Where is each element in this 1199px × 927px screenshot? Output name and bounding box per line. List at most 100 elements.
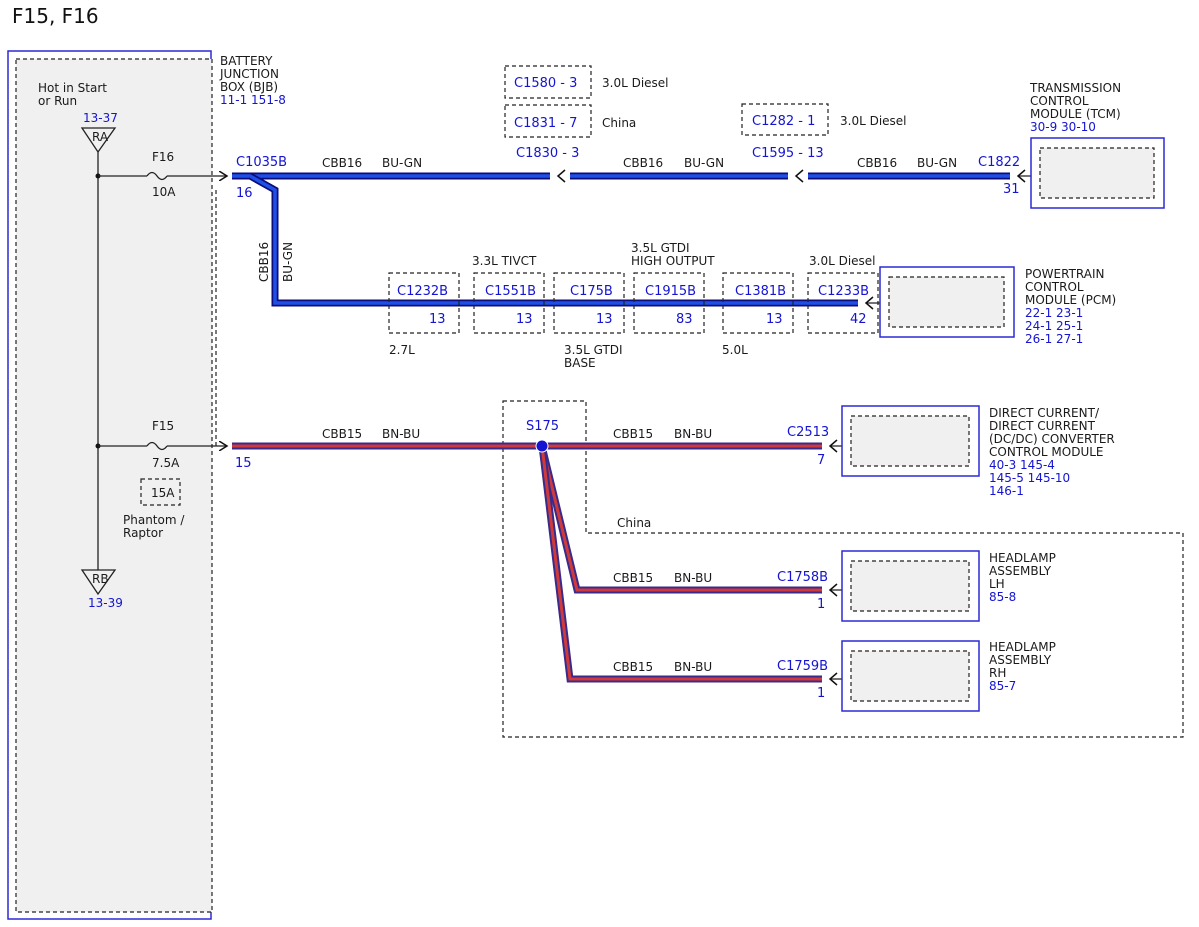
f15-rating: 7.5A [152,456,180,470]
bjb-inner [15,58,213,913]
rh-connector-c1759b: C1759B [777,659,828,674]
dcdc-module-inner [850,415,970,467]
wiring-diagram: F15, F16 Hot in Start or Run 13-37 RA RB… [7,4,1184,920]
lh-connector-c1758b: C1758B [777,570,828,585]
lh-pin-1: 1 [817,597,825,612]
connector-c1580-3: C1580 - 3 [514,76,577,91]
variant-label-gtdi-ho-1: 3.5L GTDI [631,241,690,255]
connector-c175b: C175B [570,284,613,299]
headlamp-lh-name-line1: HEADLAMP [989,551,1056,565]
connector-c1232b: C1232B [397,284,448,299]
pin-c1381b: 13 [766,312,783,327]
tcm-name-line2: CONTROL [1030,94,1089,108]
headlamp-rh-name-line3: RH [989,666,1006,680]
bjb-name-line1: BATTERY [220,54,273,68]
circuit-cbb15-label-1: CBB15 [322,427,362,441]
china-region-label: China [617,516,651,530]
variant-label-3-3l: 3.3L TIVCT [472,254,537,268]
tcm-pin-31: 31 [1003,182,1020,197]
ra-reference: 13-37 [83,111,118,125]
option-note-diesel-1: 3.0L Diesel [602,76,669,90]
splice-s175-label: S175 [526,419,559,434]
pcm-references-1: 22-1 23-1 [1025,306,1083,320]
headlamp-lh-inner [850,560,970,612]
tcm-connector-c1822: C1822 [978,155,1020,170]
phantom-fuse-rating: 15A [151,486,175,500]
dcdc-name-line3: (DC/DC) CONVERTER [989,432,1115,446]
bjb-name-line3: BOX (BJB) [220,80,278,94]
pcm-name-line3: MODULE (PCM) [1025,293,1116,307]
dcdc-name-line4: CONTROL MODULE [989,445,1104,459]
bjb-pin-16: 16 [236,186,253,201]
f16-label: F16 [152,150,174,164]
option-note-diesel-2: 3.0L Diesel [840,114,907,128]
headlamp-rh-inner [850,650,970,702]
page-title: F15, F16 [12,4,99,28]
bjb-references: 11-1 151-8 [220,93,286,107]
pcm-name-line2: CONTROL [1025,280,1084,294]
pin-c1232b: 13 [429,312,446,327]
dcdc-name-line1: DIRECT CURRENT/ [989,406,1100,420]
connector-c1915b: C1915B [645,284,696,299]
dcdc-references-2: 145-5 145-10 [989,471,1070,485]
pcm-references-3: 26-1 27-1 [1025,332,1083,346]
connector-c1595-13: C1595 - 13 [752,146,824,161]
variant-label-3-0l-diesel: 3.0L Diesel [809,254,876,268]
power-label-line1: Hot in Start [38,81,107,95]
headlamp-rh-name-line2: ASSEMBLY [989,653,1052,667]
headlamp-lh-name-line3: LH [989,577,1005,591]
phantom-label-line2: Raptor [123,526,163,540]
power-label-line2: or Run [38,94,77,108]
variant-label-5-0l: 5.0L [722,343,748,357]
inline-connector-c1595-icon [794,169,804,183]
wire-color-bn-bu-2: BN-BU [674,427,712,441]
pcm-name-line1: POWERTRAIN [1025,267,1105,281]
wire-color-bn-bu-1: BN-BU [382,427,420,441]
circuit-cbb16-label-1: CBB16 [322,156,362,170]
circuit-cbb16-label-3: CBB16 [857,156,897,170]
wire-color-bn-bu-3: BN-BU [674,571,712,585]
wire-color-bu-gn-3: BU-GN [917,156,957,170]
connector-c1381b: C1381B [735,284,786,299]
variant-label-gtdi-ho-2: HIGH OUTPUT [631,254,715,268]
wire-color-bu-gn-2: BU-GN [684,156,724,170]
f15-label: F15 [152,419,174,433]
pcm-references-2: 24-1 25-1 [1025,319,1083,333]
headlamp-lh-references: 85-8 [989,590,1016,604]
inline-connector-c1830-icon [556,169,566,183]
wire-color-bu-gn-vertical: BU-GN [281,242,295,282]
variant-label-gtdi-base-2: BASE [564,356,596,370]
circuit-cbb15-label-4: CBB15 [613,660,653,674]
pin-c1551b: 13 [516,312,533,327]
circuit-cbb16-label-2: CBB16 [623,156,663,170]
rb-label: RB [92,572,109,586]
dcdc-connector-c2513: C2513 [787,425,829,440]
pin-c175b: 13 [596,312,613,327]
connector-c1830-3: C1830 - 3 [516,146,579,161]
pcm-module-inner [888,276,1005,328]
dcdc-references-3: 146-1 [989,484,1024,498]
dcdc-pin-7: 7 [817,453,825,468]
circuit-cbb16-vertical: CBB16 [257,242,271,282]
circuit-cbb15-label-3: CBB15 [613,571,653,585]
phantom-label-line1: Phantom / [123,513,185,527]
battery-junction-box: Hot in Start or Run 13-37 RA RB 13-39 F1… [7,50,286,920]
f16-rating: 10A [152,185,176,199]
wire-color-bn-bu-4: BN-BU [674,660,712,674]
variant-label-gtdi-base-1: 3.5L GTDI [564,343,623,357]
connector-c1551b: C1551B [485,284,536,299]
pin-c1915b: 83 [676,312,693,327]
tcm-name-line1: TRANSMISSION [1029,81,1121,95]
bjb-name-line2: JUNCTION [219,67,279,81]
headlamp-rh-references: 85-7 [989,679,1016,693]
connector-c1831-7: C1831 - 7 [514,116,577,131]
bjb-connector-c1035b: C1035B [236,155,287,170]
wire-color-bu-gn-1: BU-GN [382,156,422,170]
bjb-pin-15: 15 [235,456,252,471]
circuit-cbb15-label-2: CBB15 [613,427,653,441]
headlamp-lh-name-line2: ASSEMBLY [989,564,1052,578]
rb-reference: 13-39 [88,596,123,610]
tcm-module-inner [1039,147,1155,199]
connector-c1233b: C1233B [818,284,869,299]
pin-c1233b: 42 [850,312,867,327]
